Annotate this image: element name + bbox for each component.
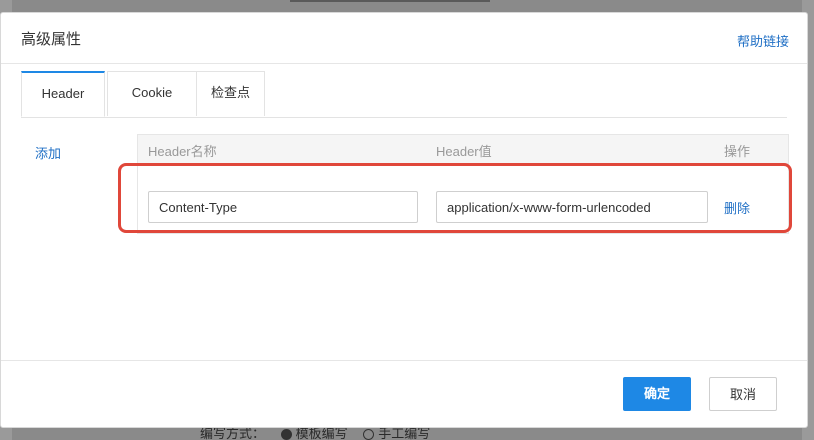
background-label: 编写方式： <box>200 428 266 440</box>
background-edge-top <box>290 0 490 2</box>
header-value-input[interactable] <box>436 191 708 223</box>
dialog-title: 高级属性 <box>21 31 82 48</box>
column-header-value: Header值 <box>436 144 492 159</box>
header-name-input[interactable] <box>148 191 418 223</box>
cancel-button[interactable]: 取消 <box>709 377 777 411</box>
tab-cookie[interactable]: Cookie <box>107 71 197 116</box>
delete-row-link[interactable]: 删除 <box>724 198 750 217</box>
radio-icon <box>363 429 375 440</box>
add-header-link[interactable]: 添加 <box>35 143 61 162</box>
column-header-name: Header名称 <box>148 144 217 159</box>
tab-header[interactable]: Header <box>21 71 105 117</box>
tab-bar: Header Cookie 检查点 <box>21 71 787 118</box>
background-form-peek: 编写方式： 模板编写 手工编写 <box>200 428 500 440</box>
header-table: Header名称 Header值 操作 删除 <box>137 134 789 234</box>
confirm-button[interactable]: 确定 <box>623 377 691 411</box>
help-link[interactable]: 帮助链接 <box>737 31 789 50</box>
table-row: 删除 <box>138 164 788 234</box>
dialog-header: 高级属性 帮助链接 <box>1 13 807 64</box>
dialog-footer: 确定 取消 <box>1 360 807 427</box>
column-header-operation: 操作 <box>724 144 751 159</box>
table-header: Header名称 Header值 操作 <box>138 135 788 164</box>
background-radio-label: 手工编写 <box>378 428 431 440</box>
tab-checkpoint[interactable]: 检查点 <box>197 71 265 116</box>
radio-icon <box>280 429 292 440</box>
advanced-properties-dialog: 高级属性 帮助链接 Header Cookie 检查点 添加 Header名称 … <box>0 12 808 428</box>
background-radio-label: 模板编写 <box>295 428 348 440</box>
